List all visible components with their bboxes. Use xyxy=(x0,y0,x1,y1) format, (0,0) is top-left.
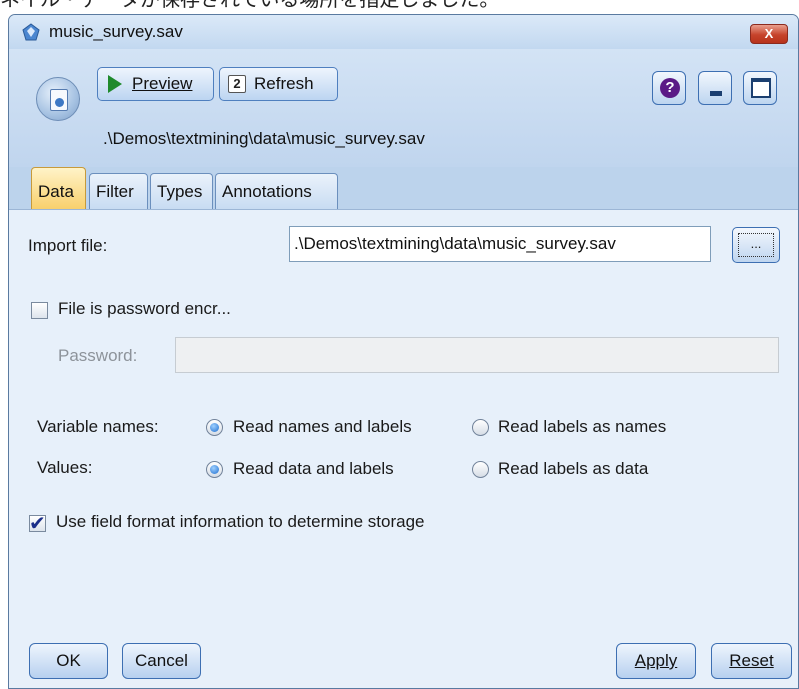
maximize-button[interactable] xyxy=(743,71,777,105)
preview-button[interactable]: Preview xyxy=(97,67,214,101)
close-button[interactable]: X xyxy=(750,24,788,44)
variable-names-label: Variable names: xyxy=(37,417,159,436)
radio-read-data-and-labels[interactable] xyxy=(206,461,223,478)
tab-types[interactable]: Types xyxy=(150,173,213,210)
read-labels-as-data-label: Read labels as data xyxy=(498,459,649,478)
background-caption: ネイル・データが保存されている場所を指定しました。 xyxy=(0,0,799,10)
password-label: Password: xyxy=(58,346,138,365)
values-label: Values: xyxy=(37,458,93,477)
data-tab-panel: Import file: .\Demos\textmining\data\mus… xyxy=(9,209,798,688)
node-type-icon xyxy=(36,77,80,121)
reset-button[interactable]: Reset xyxy=(711,643,792,679)
ok-button[interactable]: OK xyxy=(29,643,108,679)
field-format-label: Use field format information to determin… xyxy=(56,512,425,531)
apply-button[interactable]: Apply xyxy=(616,643,696,679)
node-file-path: .\Demos\textmining\data\music_survey.sav xyxy=(103,129,425,148)
source-node-dialog: music_survey.sav X Preview 2 Refresh ? .… xyxy=(8,14,799,689)
import-file-field[interactable]: .\Demos\textmining\data\music_survey.sav xyxy=(289,226,711,262)
radio-read-labels-as-data[interactable] xyxy=(472,461,489,478)
browse-label: ... xyxy=(738,233,774,257)
reset-label: Reset xyxy=(729,651,774,670)
help-button[interactable]: ? xyxy=(652,71,686,105)
preview-label: Preview xyxy=(132,74,193,93)
refresh-label: Refresh xyxy=(254,74,314,93)
dialog-header: Preview 2 Refresh ? .\Demos\textmining\d… xyxy=(9,49,798,167)
title-bar[interactable]: music_survey.sav X xyxy=(9,15,798,49)
password-field xyxy=(175,337,779,373)
field-format-checkbox[interactable] xyxy=(29,511,46,535)
radio-read-names-and-labels[interactable] xyxy=(206,419,223,436)
tab-bar: Data Filter Types Annotations xyxy=(9,167,798,210)
password-checkbox-label: File is password encr... xyxy=(58,299,231,318)
radio-read-labels-as-names[interactable] xyxy=(472,419,489,436)
tab-filter[interactable]: Filter xyxy=(89,173,148,210)
help-icon: ? xyxy=(660,78,680,98)
refresh-button[interactable]: 2 Refresh xyxy=(219,67,338,101)
document-icon xyxy=(50,89,68,111)
read-data-and-labels-label: Read data and labels xyxy=(233,459,394,478)
minimize-button[interactable] xyxy=(698,71,732,105)
browse-button[interactable]: ... xyxy=(732,227,780,263)
cancel-button[interactable]: Cancel xyxy=(122,643,201,679)
import-file-label: Import file: xyxy=(28,236,108,255)
minimize-icon xyxy=(710,91,722,96)
read-labels-as-names-label: Read labels as names xyxy=(498,417,667,436)
password-checkbox[interactable] xyxy=(31,302,48,319)
tab-data[interactable]: Data xyxy=(31,167,86,210)
read-names-and-labels-label: Read names and labels xyxy=(233,417,412,436)
play-icon xyxy=(106,75,126,93)
apply-label: Apply xyxy=(634,651,678,670)
refresh-icon: 2 xyxy=(228,75,246,93)
spss-node-icon xyxy=(22,23,40,41)
window-title: music_survey.sav xyxy=(49,22,183,41)
maximize-icon xyxy=(751,78,771,98)
tab-annotations[interactable]: Annotations xyxy=(215,173,338,210)
